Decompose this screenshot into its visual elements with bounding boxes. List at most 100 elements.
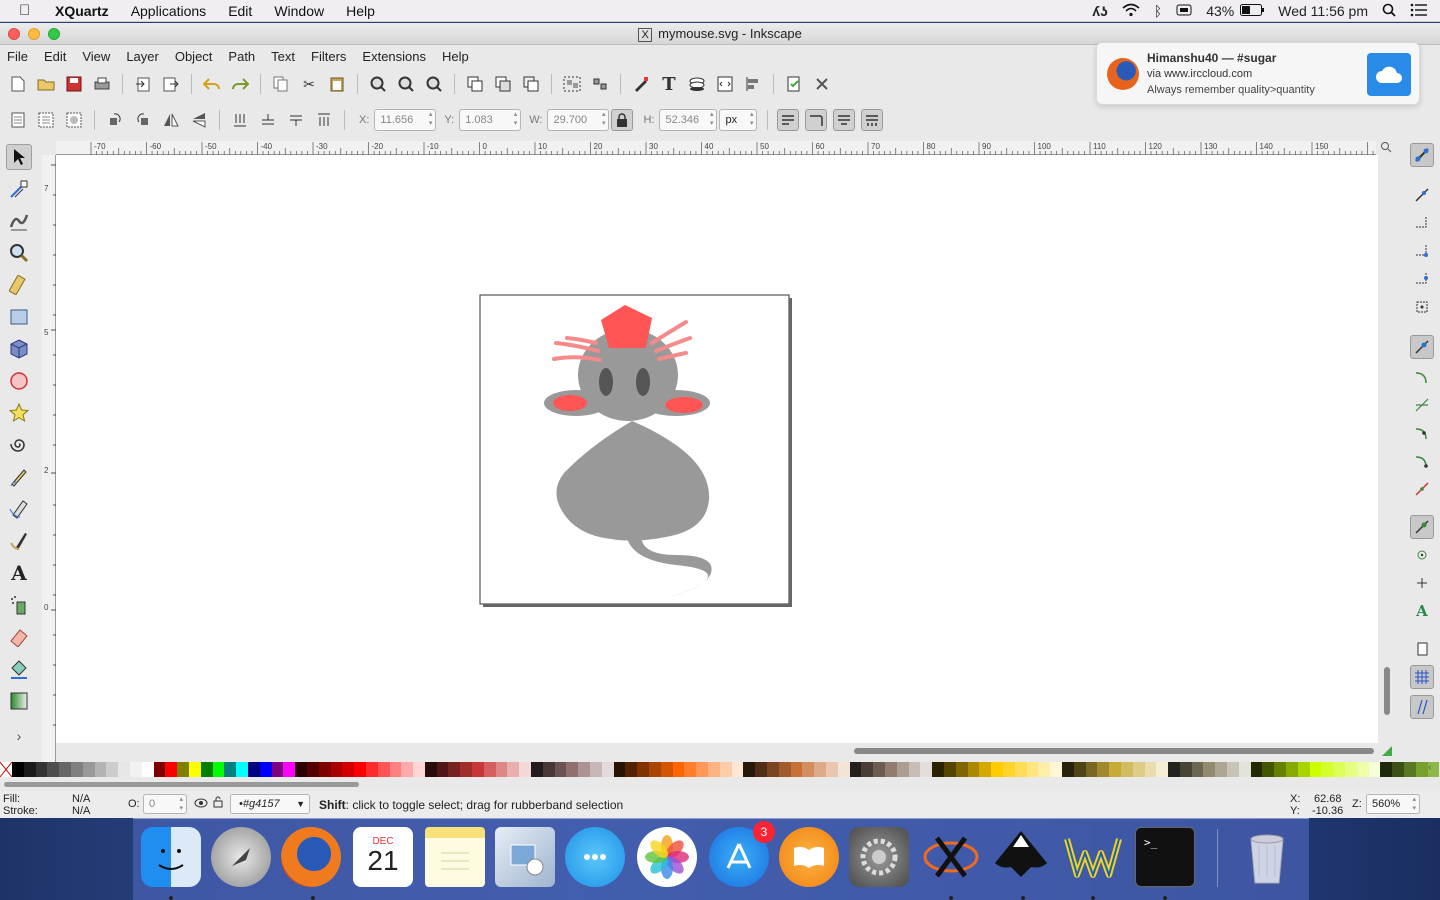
pen-tool-icon[interactable]	[6, 496, 32, 522]
zoom-field[interactable]: 560%	[1366, 794, 1420, 814]
color-swatch[interactable]	[401, 762, 414, 777]
paste-icon[interactable]	[328, 75, 346, 93]
firefox-icon[interactable]	[281, 827, 341, 887]
tweak-tool-icon[interactable]	[6, 208, 32, 234]
color-swatch[interactable]	[920, 762, 933, 777]
menu-text[interactable]: Text	[271, 49, 295, 64]
color-swatch[interactable]	[955, 762, 968, 777]
align-distribute-icon[interactable]	[744, 75, 762, 93]
snap-others-icon[interactable]	[1410, 515, 1434, 539]
color-swatch[interactable]	[1144, 762, 1157, 777]
color-swatch[interactable]	[1345, 762, 1357, 777]
mac-app-name[interactable]: XQuartz	[55, 3, 109, 19]
fill-stroke-icon[interactable]	[632, 75, 650, 93]
color-swatch[interactable]	[731, 762, 744, 777]
menubar-clock[interactable]: Wed 11:56 pm	[1278, 3, 1368, 19]
y-position-field[interactable]: 1.083	[459, 109, 522, 131]
color-swatch[interactable]	[743, 762, 756, 777]
color-swatch[interactable]	[578, 762, 591, 777]
snap-text-baseline-icon[interactable]: A	[1410, 599, 1434, 623]
color-swatch[interactable]	[413, 762, 425, 777]
vertical-ruler[interactable]: 7 5 2 0	[42, 155, 56, 765]
color-swatch[interactable]	[1073, 762, 1086, 777]
x-position-field[interactable]: 11.656	[374, 109, 437, 131]
text-tool-icon[interactable]: A	[6, 560, 32, 586]
color-swatch[interactable]	[566, 762, 579, 777]
mac-menu-window[interactable]: Window	[274, 3, 324, 19]
zoom-selection-icon[interactable]	[369, 75, 387, 93]
height-field[interactable]: 52.346	[659, 109, 718, 131]
no-paint-swatch[interactable]	[0, 762, 12, 777]
notification-center-icon[interactable]	[1410, 3, 1428, 20]
color-swatch[interactable]	[507, 762, 520, 777]
menu-help[interactable]: Help	[442, 49, 469, 64]
snap-line-midpoints-icon[interactable]	[1410, 477, 1434, 501]
snap-guides-icon[interactable]	[1410, 695, 1434, 719]
color-swatch[interactable]	[849, 762, 862, 777]
color-swatch[interactable]	[767, 762, 779, 777]
color-swatch[interactable]	[554, 762, 567, 777]
export-icon[interactable]	[162, 75, 180, 93]
messages-icon[interactable]	[565, 827, 625, 887]
duplicate-icon[interactable]	[466, 75, 484, 93]
color-swatch[interactable]	[35, 762, 48, 777]
transform-patterns-toggle-icon[interactable]	[861, 109, 884, 131]
color-swatch[interactable]	[1262, 762, 1275, 777]
menu-filters[interactable]: Filters	[311, 49, 346, 64]
color-swatch[interactable]	[1061, 762, 1074, 777]
print-icon[interactable]	[93, 75, 111, 93]
color-swatch[interactable]	[967, 762, 980, 777]
color-swatch[interactable]	[991, 762, 1003, 777]
color-swatch[interactable]	[1120, 762, 1133, 777]
color-swatch[interactable]	[129, 762, 142, 777]
flip-vertical-icon[interactable]	[190, 111, 208, 129]
flip-horizontal-icon[interactable]	[162, 111, 180, 129]
color-swatch[interactable]	[696, 762, 709, 777]
color-swatch[interactable]	[271, 762, 284, 777]
color-swatch[interactable]	[1215, 762, 1228, 777]
cut-icon[interactable]: ✂	[300, 75, 318, 93]
menu-extensions[interactable]: Extensions	[362, 49, 426, 64]
stroke-value[interactable]: N/A	[72, 805, 90, 817]
spiral-tool-icon[interactable]	[6, 432, 32, 458]
raise-icon[interactable]	[287, 111, 305, 129]
color-swatch[interactable]	[1368, 762, 1381, 777]
color-swatch[interactable]	[106, 762, 119, 777]
drawing-canvas[interactable]	[56, 155, 1378, 743]
color-swatch[interactable]	[1227, 762, 1239, 777]
color-management-icon[interactable]	[1381, 745, 1393, 760]
color-swatch[interactable]	[495, 762, 508, 777]
close-window-button[interactable]	[8, 28, 20, 40]
opacity-field[interactable]: 0	[143, 794, 187, 814]
snap-page-border-icon[interactable]	[1410, 637, 1434, 661]
color-swatch[interactable]	[896, 762, 909, 777]
color-swatch[interactable]	[1026, 762, 1039, 777]
ellipse-tool-icon[interactable]	[6, 368, 32, 394]
color-swatch[interactable]	[247, 762, 260, 777]
snap-bbox-midpoints-icon[interactable]	[1410, 267, 1434, 291]
color-swatch[interactable]	[1286, 762, 1298, 777]
color-swatch[interactable]	[118, 762, 130, 777]
color-swatch[interactable]	[1356, 762, 1369, 777]
ungroup-icon[interactable]	[591, 75, 609, 93]
color-swatch[interactable]	[1191, 762, 1204, 777]
color-swatch[interactable]	[224, 762, 237, 777]
app-store-icon[interactable]: 3	[709, 821, 775, 887]
menu-layer[interactable]: Layer	[126, 49, 159, 64]
color-swatch[interactable]	[59, 762, 71, 777]
rotate-cw-icon[interactable]	[134, 111, 152, 129]
zoom-corner-icon[interactable]	[1380, 141, 1392, 156]
preview-icon[interactable]	[495, 827, 555, 887]
keyboard-icon[interactable]	[1176, 3, 1192, 19]
color-swatch[interactable]	[1002, 762, 1015, 777]
color-swatch[interactable]	[708, 762, 720, 777]
current-layer-select[interactable]: •#g4157 ▼	[230, 794, 310, 814]
apple-icon[interactable]: 	[19, 2, 39, 19]
terminal-icon[interactable]: >_	[1135, 827, 1195, 887]
mac-menu-edit[interactable]: Edit	[228, 3, 252, 19]
snap-bbox-centers-icon[interactable]	[1410, 295, 1434, 319]
color-swatch[interactable]	[94, 762, 107, 777]
selector-tool-icon[interactable]	[6, 144, 32, 170]
spotlight-icon[interactable]	[1382, 3, 1396, 20]
color-swatch[interactable]	[1415, 762, 1428, 777]
